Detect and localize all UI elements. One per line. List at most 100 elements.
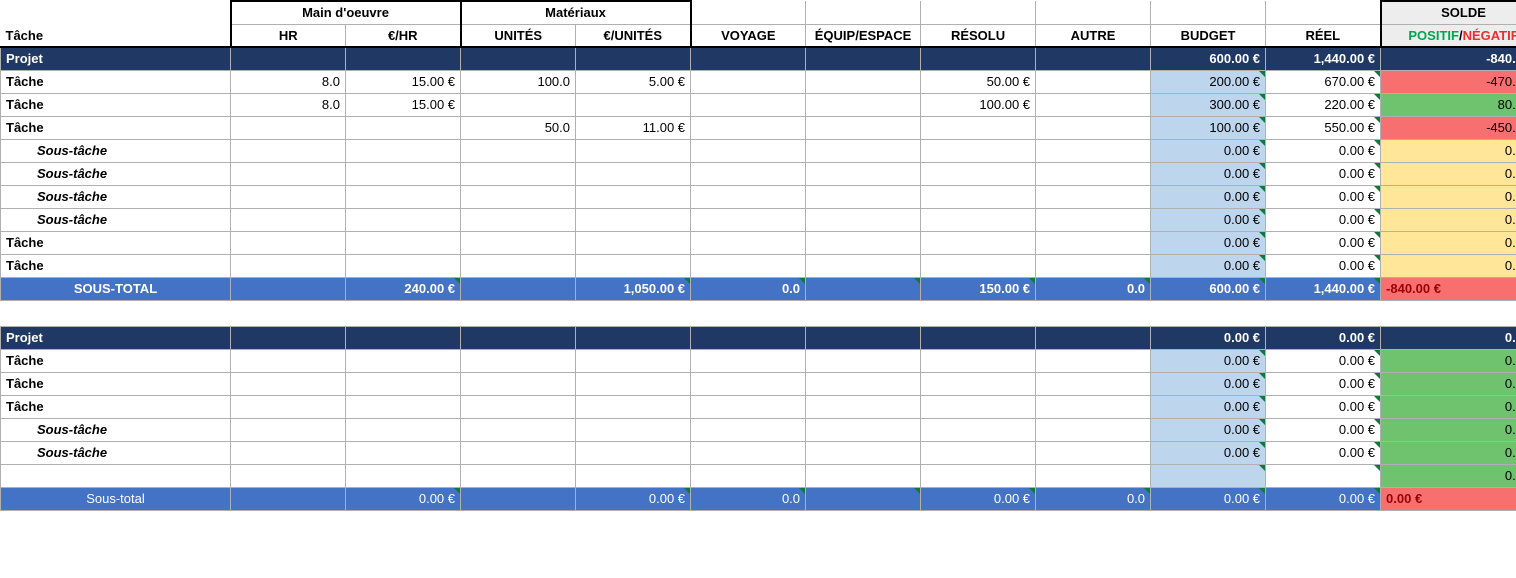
cell-balance[interactable]: 0.00 € [1381,162,1516,185]
cell-ehr[interactable] [346,116,461,139]
task-label[interactable]: Tâche [1,254,231,277]
cell-ehr[interactable] [346,139,461,162]
cell-units[interactable] [461,231,576,254]
cell-eunits[interactable] [576,93,691,116]
cell-equip[interactable] [806,395,921,418]
cell-units[interactable] [461,395,576,418]
cell-hr[interactable] [231,441,346,464]
cell-other[interactable] [1036,162,1151,185]
cell-hr[interactable] [231,395,346,418]
cell-ehr[interactable] [346,395,461,418]
cell-resolved[interactable] [921,395,1036,418]
cell-travel[interactable] [691,208,806,231]
cell-hr[interactable] [231,464,346,487]
cell-resolved[interactable] [921,418,1036,441]
cell-equip[interactable] [806,185,921,208]
cell-ehr[interactable] [346,162,461,185]
cell-ehr[interactable] [346,231,461,254]
cell-hr[interactable] [231,208,346,231]
cell-budget[interactable]: 0.00 € [1151,349,1266,372]
cell-eunits[interactable] [576,185,691,208]
cell-other[interactable] [1036,349,1151,372]
cell-ehr[interactable] [346,441,461,464]
cell-actual[interactable]: 0.00 € [1266,441,1381,464]
cell-units[interactable] [461,185,576,208]
cell-hr[interactable]: 8.0 [231,93,346,116]
cell-other[interactable] [1036,208,1151,231]
task-label[interactable]: Tâche [1,372,231,395]
task-label[interactable]: Tâche [1,349,231,372]
cell-hr[interactable] [231,372,346,395]
cell-balance[interactable]: -470.00 € [1381,70,1516,93]
cell-actual[interactable] [1266,464,1381,487]
cell-eunits[interactable] [576,441,691,464]
cell-travel[interactable] [691,116,806,139]
cell-units[interactable] [461,254,576,277]
subtask-label[interactable]: Sous-tâche [1,185,231,208]
cell-actual[interactable]: 0.00 € [1266,372,1381,395]
cell-units[interactable] [461,93,576,116]
cell-ehr[interactable]: 15.00 € [346,70,461,93]
cell-actual[interactable]: 0.00 € [1266,185,1381,208]
cell-eunits[interactable] [576,162,691,185]
cell-other[interactable] [1036,93,1151,116]
cell-actual[interactable]: 0.00 € [1266,231,1381,254]
cell-balance[interactable]: 0.00 € [1381,231,1516,254]
cell-travel[interactable] [691,464,806,487]
cell-eunits[interactable] [576,464,691,487]
cell-resolved[interactable] [921,139,1036,162]
cell-units[interactable]: 100.0 [461,70,576,93]
cell-balance[interactable]: 0.00 € [1381,254,1516,277]
cell-units[interactable] [461,372,576,395]
cell-travel[interactable] [691,139,806,162]
cell-balance[interactable]: 0.00 € [1381,464,1516,487]
cell-units[interactable] [461,349,576,372]
cell-balance[interactable]: 0.00 € [1381,418,1516,441]
cell-eunits[interactable]: 5.00 € [576,70,691,93]
cell-hr[interactable] [231,185,346,208]
cell-actual[interactable]: 0.00 € [1266,162,1381,185]
cell-resolved[interactable] [921,441,1036,464]
cell-eunits[interactable] [576,418,691,441]
cell-actual[interactable]: 550.00 € [1266,116,1381,139]
cell-ehr[interactable]: 15.00 € [346,93,461,116]
cell-ehr[interactable] [346,185,461,208]
cell-ehr[interactable] [346,418,461,441]
cell-balance[interactable]: 80.00 € [1381,93,1516,116]
cell-hr[interactable] [231,116,346,139]
cell-resolved[interactable] [921,231,1036,254]
cell-resolved[interactable] [921,349,1036,372]
cell-equip[interactable] [806,372,921,395]
cell-budget[interactable]: 0.00 € [1151,372,1266,395]
task-label[interactable]: Tâche [1,93,231,116]
cell-eunits[interactable] [576,208,691,231]
cell-equip[interactable] [806,93,921,116]
cell-eunits[interactable] [576,349,691,372]
cell-actual[interactable]: 0.00 € [1266,418,1381,441]
cell-travel[interactable] [691,162,806,185]
cell-equip[interactable] [806,418,921,441]
cell-budget[interactable]: 0.00 € [1151,254,1266,277]
cell-eunits[interactable] [576,395,691,418]
subtask-label[interactable]: Sous-tâche [1,139,231,162]
cell-resolved[interactable] [921,162,1036,185]
cell-budget[interactable]: 0.00 € [1151,185,1266,208]
cell-balance[interactable]: 0.00 € [1381,185,1516,208]
cell-units[interactable] [461,162,576,185]
cell-equip[interactable] [806,70,921,93]
cell-budget[interactable]: 0.00 € [1151,441,1266,464]
cell-equip[interactable] [806,162,921,185]
cell-ehr[interactable] [346,254,461,277]
cell-eunits[interactable] [576,372,691,395]
cell-other[interactable] [1036,70,1151,93]
cell-balance[interactable]: 0.00 € [1381,349,1516,372]
cell-budget[interactable]: 0.00 € [1151,139,1266,162]
cell-eunits[interactable] [576,254,691,277]
cell-other[interactable] [1036,372,1151,395]
cell-resolved[interactable] [921,116,1036,139]
task-label[interactable]: Tâche [1,116,231,139]
cell-other[interactable] [1036,254,1151,277]
cell-units[interactable] [461,208,576,231]
cell-travel[interactable] [691,185,806,208]
cell-equip[interactable] [806,464,921,487]
